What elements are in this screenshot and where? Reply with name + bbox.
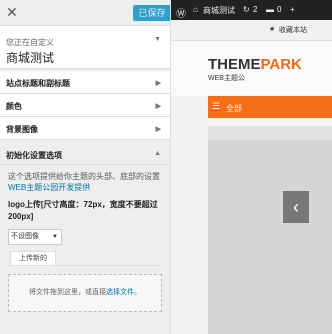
select-file-link[interactable]: 选择文件: [106, 289, 134, 296]
customizing-info: 您正在自定义 商城测试 ▼: [0, 26, 170, 69]
updates-icon[interactable]: ↻: [243, 5, 250, 14]
customizing-label: 您正在自定义: [6, 38, 54, 47]
site-logo-subtitle: WEB主题公: [208, 75, 245, 82]
theme-park-link[interactable]: WEB主题公园开发提供: [8, 183, 90, 192]
tab-upload-new[interactable]: 上传新的: [10, 251, 56, 265]
chevron-right-icon: ▶: [155, 126, 161, 133]
chevron-down-icon: ▼: [52, 234, 58, 240]
comments-count: 0: [277, 5, 282, 14]
site-preview: Ⓦ ⌂ 商城测试 ↻ 2 ▬ 0 + ★ 收藏本站 THEMEPARK WEB主…: [171, 0, 332, 334]
section-site-identity[interactable]: 站点标题和副标题 ▶: [0, 71, 170, 94]
menu-icon: ☰: [212, 101, 221, 111]
site-title: 商城测试: [6, 51, 55, 65]
adminbar-site-name[interactable]: 商城测试: [203, 5, 235, 16]
star-icon: ★: [269, 26, 276, 33]
customizer-sidebar: ✕ 已保存 您正在自定义 商城测试 ▼ 站点标题和副标题 ▶ 颜色 ▶ 背景图像…: [0, 0, 171, 334]
hero-slider: [208, 126, 332, 334]
section-colors[interactable]: 颜色 ▶: [0, 94, 170, 117]
section-label: 背景图像: [6, 125, 38, 134]
home-icon: ⌂: [193, 5, 198, 14]
close-icon[interactable]: ✕: [6, 4, 18, 20]
logo-upload-label: logo上传[尺寸高度：72px，宽度不要超过200px]: [8, 200, 158, 221]
section-body: 这个选项提供给你主题的头部、底部的设置 WEB主题公园开发提供 logo上传[尺…: [0, 165, 170, 312]
chevron-up-icon: ▲: [154, 150, 161, 157]
top-bar: ★ 收藏本站: [171, 20, 332, 41]
wordpress-logo-icon[interactable]: Ⓦ: [176, 5, 186, 20]
new-content-icon[interactable]: +: [290, 5, 295, 14]
site-logo[interactable]: THEMEPARK: [208, 56, 302, 73]
section-label: 站点标题和副标题: [6, 79, 70, 88]
customizer-header: ✕ 已保存: [0, 0, 170, 26]
chevron-right-icon: ▶: [155, 103, 161, 110]
bookmark-link[interactable]: 收藏本站: [279, 25, 307, 35]
no-image-select[interactable]: 不设图像 ▼: [8, 229, 62, 245]
section-label: 颜色: [6, 102, 22, 111]
section-background-image[interactable]: 背景图像 ▶: [0, 117, 170, 140]
chevron-right-icon: ▶: [155, 80, 161, 87]
upload-tabs: 上传新的: [8, 251, 162, 266]
section-init-settings[interactable]: 初始化设置选项 ▲: [0, 144, 170, 165]
nav-all-categories[interactable]: 全部: [226, 103, 242, 114]
slider-prev-icon[interactable]: ‹: [283, 191, 309, 223]
admin-bar: Ⓦ ⌂ 商城测试 ↻ 2 ▬ 0 +: [171, 0, 332, 20]
file-drop-zone[interactable]: 将文件拖到这里，或直接选择文件。: [8, 274, 162, 312]
main-nav: ☰ 全部: [208, 96, 332, 118]
section-description: 这个选项提供给你主题的头部、底部的设置 WEB主题公园开发提供: [8, 172, 160, 192]
slider-image: [208, 140, 332, 334]
chevron-down-icon[interactable]: ▼: [154, 36, 161, 43]
updates-count: 2: [253, 5, 258, 14]
saved-button[interactable]: 已保存: [133, 5, 170, 21]
section-label: 初始化设置选项: [6, 151, 62, 160]
comments-icon[interactable]: ▬: [266, 5, 274, 14]
